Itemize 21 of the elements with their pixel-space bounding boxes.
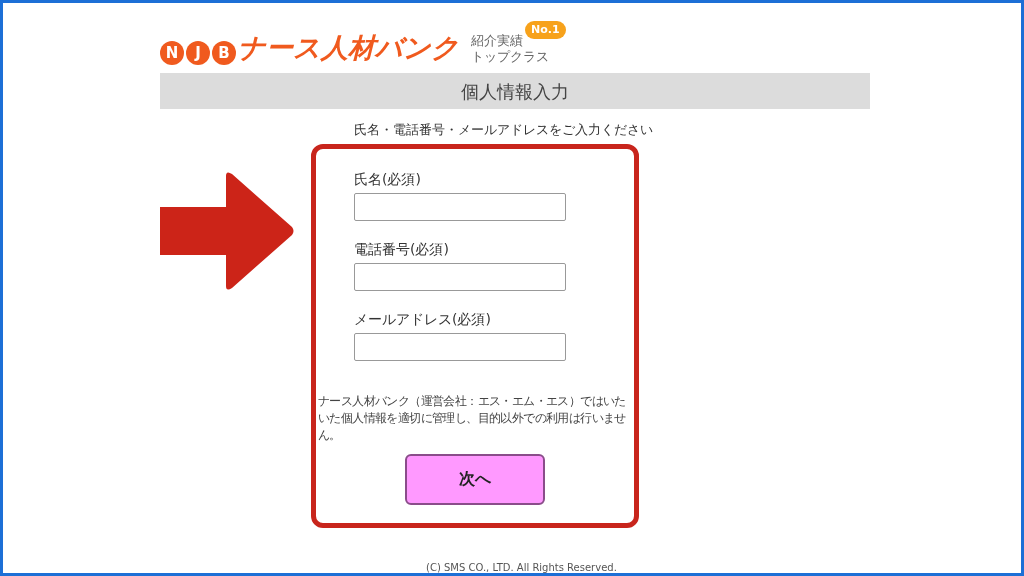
copyright-text: (C) SMS CO., LTD. All Rights Reserved. — [426, 560, 618, 573]
rank-badge: No.1 — [525, 21, 566, 39]
privacy-notice-line: ナース人材バンク（運営会社：エス・エム・エス）ではいた — [318, 392, 626, 410]
input-field[interactable] — [354, 332, 566, 361]
privacy-notice-line: ん。 — [318, 426, 341, 444]
field-label: メールアドレス(必須) — [354, 309, 492, 329]
privacy-notice-line: いた個人情報を適切に管理し、目的以外での利用は行いませ — [318, 409, 626, 427]
logo-name: ナース人材バンク — [238, 31, 459, 65]
input-field[interactable] — [354, 262, 566, 291]
instruction-text: 氏名・電話番号・メールアドレスをご入力ください — [354, 121, 654, 139]
section-header: 個人情報入力 — [160, 73, 870, 109]
logo-letter: B — [212, 41, 236, 65]
logo-letter: J — [186, 41, 210, 65]
field-label: 氏名(必須) — [354, 169, 422, 189]
input-field[interactable] — [354, 192, 566, 221]
field-label: 電話番号(必須) — [354, 239, 450, 259]
logo-letter: N — [160, 41, 184, 65]
tagline: トップクラス — [471, 49, 549, 65]
arrow-icon — [160, 169, 294, 292]
tagline: 紹介実績 — [471, 33, 524, 49]
next-button[interactable]: 次へ — [405, 453, 545, 505]
